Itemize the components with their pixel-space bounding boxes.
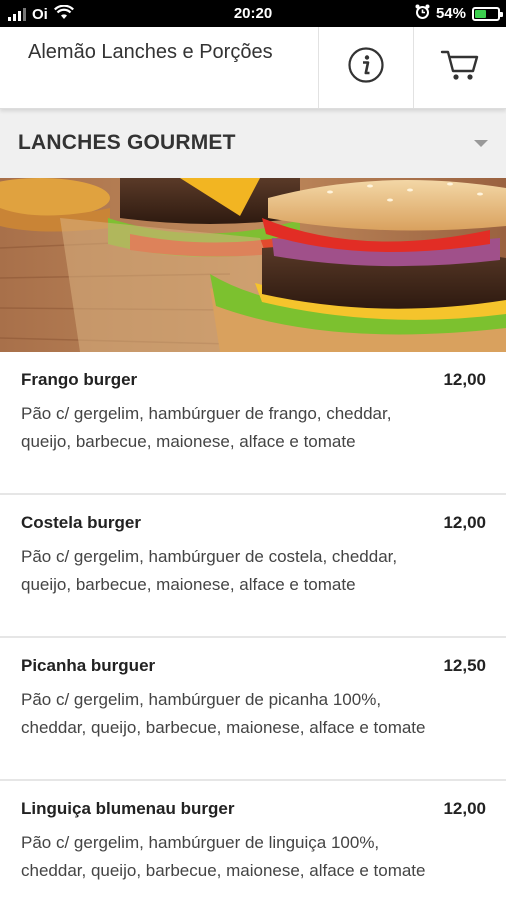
cart-icon <box>440 48 480 87</box>
menu-item-price: 12,00 <box>443 370 486 389</box>
menu-item[interactable]: Picanha burguer 12,50 Pão c/ gergelim, h… <box>0 638 506 781</box>
menu-item-name: Linguiça blumenau burger <box>21 799 235 818</box>
info-icon <box>347 46 385 89</box>
menu-item-price: 12,00 <box>443 799 486 818</box>
status-right: 54% <box>415 4 503 23</box>
menu-item-price: 12,00 <box>443 513 486 532</box>
menu-item-name: Picanha burguer <box>21 656 156 675</box>
restaurant-title: Alemão Lanches e Porções <box>28 41 273 63</box>
category-banner-image <box>0 178 506 352</box>
menu-item[interactable]: Linguiça blumenau burger 12,00 Pão c/ ge… <box>0 781 506 900</box>
battery-level <box>475 9 486 18</box>
dropdown-caret-icon <box>474 140 488 147</box>
menu-item-description: Pão c/ gergelim, hambúrguer de frango, c… <box>21 404 392 451</box>
alarm-icon <box>415 4 430 23</box>
menu-item-list: Frango burger 12,00 Pão c/ gergelim, ham… <box>0 352 506 900</box>
menu-item-price: 12,50 <box>443 656 486 675</box>
info-button[interactable] <box>318 27 413 108</box>
menu-item-description: Pão c/ gergelim, hambúrguer de picanha 1… <box>21 690 426 737</box>
menu-item[interactable]: Costela burger 12,00 Pão c/ gergelim, ha… <box>0 495 506 638</box>
category-selector[interactable]: LANCHES GOURMET <box>0 109 506 178</box>
battery-charging-icon <box>472 6 503 21</box>
cart-button[interactable] <box>413 27 506 108</box>
menu-item-name: Costela burger <box>21 513 141 532</box>
menu-item-description: Pão c/ gergelim, hambúrguer de costela, … <box>21 547 398 594</box>
menu-item-name: Frango burger <box>21 370 138 389</box>
status-bar: Oi 20:20 54% <box>0 0 506 27</box>
menu-item[interactable]: Frango burger 12,00 Pão c/ gergelim, ham… <box>0 352 506 495</box>
app-header: Alemão Lanches e Porções <box>0 27 506 109</box>
category-label: LANCHES GOURMET <box>18 131 236 154</box>
menu-item-description: Pão c/ gergelim, hambúrguer de linguiça … <box>21 833 426 880</box>
battery-percent: 54% <box>435 5 466 22</box>
